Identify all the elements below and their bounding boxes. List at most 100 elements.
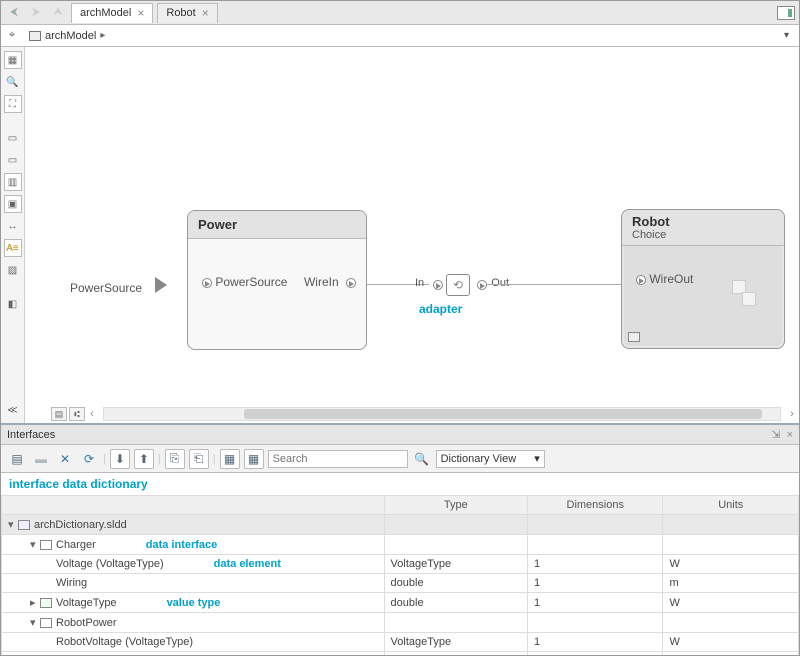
scroll-right-icon[interactable]: › (785, 408, 799, 420)
robot-block[interactable]: Robot Choice WireOut (621, 209, 785, 349)
search-input[interactable] (268, 450, 408, 468)
model-icon (29, 31, 41, 41)
robot-in-port[interactable]: WireOut (632, 272, 693, 286)
breadcrumb-root[interactable]: archModel ▸ (25, 28, 109, 44)
hierarchy-button[interactable]: ⑆ (69, 407, 85, 421)
horizontal-scrollbar[interactable] (103, 407, 781, 421)
table-row[interactable]: RobotVoltage (VoltageType)VoltageType1W (2, 633, 799, 652)
tab-archmodel[interactable]: archModel × (71, 3, 153, 23)
remove-interface-button[interactable]: ▬ (31, 449, 51, 469)
breadcrumb: ⌖ archModel ▸ ▾ (1, 25, 799, 47)
pin-icon[interactable]: ⌖ (5, 29, 19, 43)
interfaces-toolbar: ▤ ▬ ✕ ⟳ | ⬇ ⬆ | ⎘ ⎗ | ▦ ▦ 🔍 Dictionary V… (1, 445, 799, 473)
block-subtitle: Choice (632, 229, 774, 241)
power-source-label: PowerSource (70, 281, 142, 295)
layout-toggle-icon[interactable] (777, 6, 795, 20)
row-name: Voltage (VoltageType) (56, 558, 164, 570)
add-interface-button[interactable]: ▤ (7, 449, 27, 469)
nav-forward-icon[interactable]: ⮞ (27, 4, 45, 22)
viewmarker-tool-icon[interactable]: ◧ (4, 295, 22, 313)
table-row[interactable]: ▾Chargerdata interface (2, 535, 799, 555)
interfaces-panel: Interfaces ⇲ × ▤ ▬ ✕ ⟳ | ⬇ ⬆ | ⎘ ⎗ | ▦ ▦… (1, 423, 799, 655)
adapter-block[interactable]: In ⟲ Out (429, 271, 487, 299)
col-name[interactable] (2, 496, 385, 515)
fit-view-icon[interactable]: ⛶ (4, 95, 22, 113)
row-name: Wiring (56, 577, 87, 589)
tab-bar: ⮜ ⮞ ⮝ archModel × Robot × (1, 1, 799, 25)
subsystem-icon[interactable] (628, 332, 640, 342)
power-block[interactable]: Power PowerSource WireIn (187, 210, 367, 350)
rect2-tool-icon[interactable]: ▭ (4, 151, 22, 169)
port-tool-icon[interactable]: ▣ (4, 195, 22, 213)
search-icon[interactable]: 🔍 (412, 449, 432, 469)
interface-icon (40, 618, 52, 628)
adapter-annotation: adapter (419, 302, 462, 316)
delete-button[interactable]: ✕ (55, 449, 75, 469)
row-annotation: data interface (146, 539, 218, 551)
close-icon[interactable]: × (787, 429, 793, 441)
refresh-button[interactable]: ⟳ (79, 449, 99, 469)
breadcrumb-label: archModel (45, 30, 96, 42)
col-units[interactable]: Units (663, 496, 799, 515)
table-row[interactable]: ▸VoltageTypevalue typedouble1W (2, 593, 799, 613)
power-source-port-icon[interactable] (155, 277, 167, 293)
row-name: RobotVoltage (VoltageType) (56, 636, 193, 648)
row-annotation: value type (167, 597, 221, 609)
table-row[interactable]: Wiringdouble1m (2, 574, 799, 593)
unpin-icon[interactable]: ⇲ (771, 429, 780, 441)
block-title: Power (188, 211, 366, 239)
power-in-port[interactable]: PowerSource (198, 275, 287, 289)
browse-tool-icon[interactable]: ▦ (4, 51, 22, 69)
link-button[interactable]: ⎘ (165, 449, 185, 469)
view-mode-label: Dictionary View (441, 453, 517, 465)
zoom-tool-icon[interactable]: 🔍 (4, 73, 22, 91)
interfaces-table[interactable]: Type Dimensions Units ▾archDictionary.sl… (1, 495, 799, 655)
nav-back-icon[interactable]: ⮜ (5, 4, 23, 22)
chevron-down-icon: ▾ (534, 452, 540, 465)
dictionary-annotation: interface data dictionary (1, 473, 799, 495)
table-row[interactable]: ▾archDictionary.sldd (2, 515, 799, 535)
hide-panel-button[interactable]: ▤ (51, 407, 67, 421)
interface-icon (40, 540, 52, 550)
power-out-port[interactable]: WireIn (304, 275, 356, 289)
canvas-toolbar: ▦ 🔍 ⛶ ▭ ▭ ▥ ▣ ↔ A≡ ▨ ◧ ≪ (1, 47, 25, 423)
canvas[interactable]: PowerSource Power PowerSource WireIn In … (25, 47, 799, 423)
show-all-icon[interactable]: ≪ (4, 401, 22, 419)
close-icon[interactable]: × (202, 7, 209, 19)
export-button[interactable]: ⬆ (134, 449, 154, 469)
table-row[interactable]: Wiresdouble1m (2, 652, 799, 656)
chevron-right-icon: ▸ (100, 30, 105, 41)
nav-up-icon[interactable]: ⮝ (49, 4, 67, 22)
col-type[interactable]: Type (384, 496, 527, 515)
adapter-out-port-icon[interactable] (477, 280, 487, 290)
row-annotation: data element (214, 558, 281, 570)
annotation-tool-icon[interactable]: A≡ (4, 239, 22, 257)
block-title: Robot (632, 214, 774, 229)
link2-button[interactable]: ⎗ (189, 449, 209, 469)
wire[interactable] (487, 284, 622, 285)
adapter-icon: ⟲ (446, 274, 470, 296)
rect-tool-icon[interactable]: ▭ (4, 129, 22, 147)
adapter-in-port-icon[interactable] (433, 280, 443, 290)
import-button[interactable]: ⬇ (110, 449, 130, 469)
adapter-in-label: In (415, 277, 424, 289)
scroll-left-icon[interactable]: ‹ (85, 408, 99, 420)
col-dimensions[interactable]: Dimensions (528, 496, 663, 515)
view-mode-dropdown[interactable]: Dictionary View ▾ (436, 450, 545, 468)
connector-tool-icon[interactable]: ↔ (4, 217, 22, 235)
breadcrumb-dropdown-icon[interactable]: ▾ (784, 30, 795, 41)
row-name: archDictionary.sldd (34, 519, 127, 531)
close-icon[interactable]: × (137, 7, 144, 19)
filter2-button[interactable]: ▦ (244, 449, 264, 469)
filter-button[interactable]: ▦ (220, 449, 240, 469)
row-name: Charger (56, 539, 96, 551)
table-row[interactable]: Voltage (VoltageType)data elementVoltage… (2, 555, 799, 574)
main-area: ▦ 🔍 ⛶ ▭ ▭ ▥ ▣ ↔ A≡ ▨ ◧ ≪ PowerSource Pow… (1, 47, 799, 423)
valuetype-icon (40, 598, 52, 608)
table-row[interactable]: ▾RobotPower (2, 613, 799, 633)
row-name: RobotPower (56, 617, 117, 629)
panel-title: Interfaces (7, 429, 55, 441)
component-tool-icon[interactable]: ▥ (4, 173, 22, 191)
image-tool-icon[interactable]: ▨ (4, 261, 22, 279)
tab-robot[interactable]: Robot × (157, 3, 217, 23)
